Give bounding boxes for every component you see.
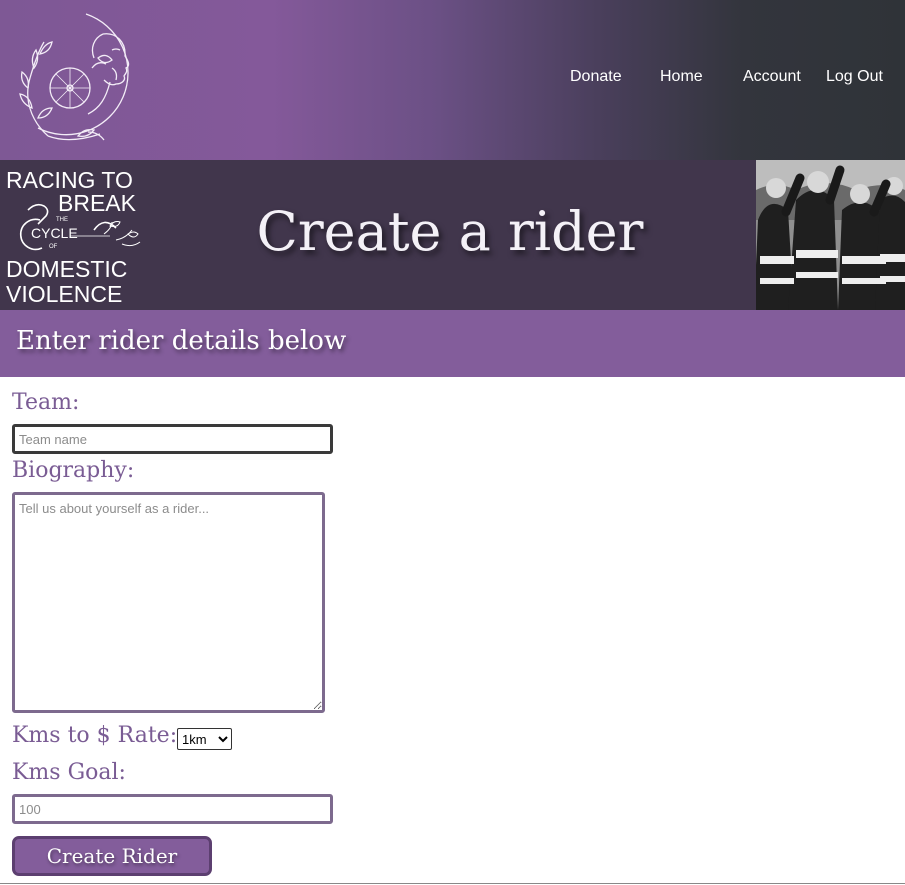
biography-label: Biography: [12, 458, 135, 483]
page-title: Create a rider [256, 200, 644, 263]
logo-text-line-2: BREAK [58, 190, 137, 216]
nav-logout-link[interactable]: Log Out [826, 68, 883, 86]
create-rider-button[interactable]: Create Rider [12, 836, 212, 876]
form-instructions: Enter rider details below [16, 326, 347, 356]
team-riders-photo [756, 160, 905, 310]
logo-text-line-7: VIOLENCE [6, 281, 122, 306]
hero-banner: RACING TO BREAK THE CYCLE OF DOMESTIC VI… [0, 160, 905, 310]
biography-textarea[interactable] [12, 492, 325, 713]
logo-text-line-3: THE [56, 217, 68, 223]
team-label: Team: [12, 390, 80, 415]
kms-rate-select[interactable]: 1km [177, 728, 232, 750]
form-section-header: Enter rider details below [0, 310, 905, 377]
nav-donate-link[interactable]: Donate [570, 68, 622, 86]
racing-to-break-the-cycle-logo[interactable]: RACING TO BREAK THE CYCLE OF DOMESTIC VI… [4, 164, 146, 306]
logo-text-line-6: DOMESTIC [6, 256, 127, 282]
rate-label: Kms to $ Rate: [12, 723, 178, 748]
kms-goal-input[interactable] [12, 794, 333, 824]
main-nav: Donate Home Account Log Out [0, 68, 905, 92]
logo-text-line-4: CYCLE [31, 225, 78, 241]
logo-text-line-5: OF [49, 244, 58, 250]
site-header: Donate Home Account Log Out [0, 0, 905, 160]
nav-account-link[interactable]: Account [743, 68, 801, 86]
page-bottom-divider [0, 883, 905, 884]
nav-home-link[interactable]: Home [660, 68, 703, 86]
team-name-input[interactable] [12, 424, 333, 454]
kms-goal-label: Kms Goal: [12, 760, 126, 785]
